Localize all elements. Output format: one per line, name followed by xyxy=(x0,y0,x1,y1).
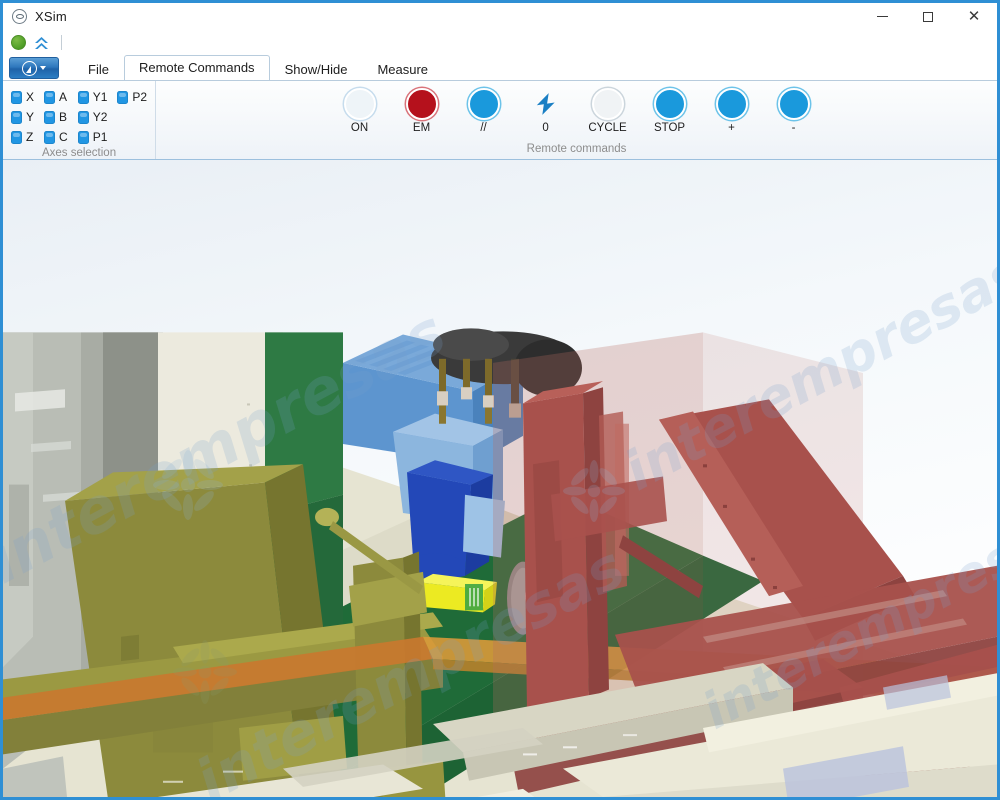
minimize-button[interactable] xyxy=(859,3,905,30)
axis-checkbox-a[interactable]: A xyxy=(44,91,68,104)
checkbox-icon xyxy=(11,111,22,124)
group-label-remote-commands: Remote commands xyxy=(164,143,989,157)
application-window: XSim ✕ Fil xyxy=(0,0,1000,800)
tab-remote-commands[interactable]: Remote Commands xyxy=(124,55,270,80)
double-chevron-up-icon[interactable] xyxy=(33,35,50,51)
axis-label: Y1 xyxy=(93,91,108,103)
application-menu-button[interactable] xyxy=(9,57,59,79)
command-button-em[interactable]: EM xyxy=(396,88,448,135)
axis-label: C xyxy=(59,131,68,143)
minus-icon xyxy=(778,88,810,120)
app-menu-logo-icon xyxy=(22,61,37,76)
command-label: 0 xyxy=(542,123,548,135)
ribbon: X A Y1 P2 Y xyxy=(3,81,997,160)
command-label: EM xyxy=(413,123,430,135)
axis-checkbox-p2[interactable]: P2 xyxy=(117,91,147,104)
checkbox-icon xyxy=(44,91,55,104)
axis-checkbox-y[interactable]: Y xyxy=(11,111,34,124)
axis-label: Z xyxy=(26,131,33,143)
title-bar-left: XSim xyxy=(3,9,67,24)
command-label: // xyxy=(480,123,486,135)
tab-show-hide[interactable]: Show/Hide xyxy=(270,57,363,80)
command-button-stop[interactable]: STOP xyxy=(644,88,696,135)
green-circle-icon[interactable] xyxy=(11,35,26,50)
command-label: - xyxy=(792,123,796,135)
command-label: + xyxy=(728,123,735,135)
command-button-plus[interactable]: + xyxy=(706,88,758,135)
axis-checkbox-z[interactable]: Z xyxy=(11,131,34,144)
tab-measure[interactable]: Measure xyxy=(362,57,443,80)
checkbox-icon xyxy=(78,111,89,124)
cycle-stop-icon xyxy=(654,88,686,120)
toolbar-separator xyxy=(61,35,62,50)
command-button-cycle[interactable]: CYCLE xyxy=(582,88,634,135)
axis-label: Y2 xyxy=(93,111,108,123)
power-on-icon xyxy=(344,88,376,120)
axis-label: A xyxy=(59,91,67,103)
checkbox-icon xyxy=(44,111,55,124)
minimize-icon xyxy=(877,16,888,17)
checkbox-icon xyxy=(11,91,22,104)
command-label: CYCLE xyxy=(588,123,626,135)
axis-checkbox-p1[interactable]: P1 xyxy=(78,131,108,144)
axis-checkbox-b[interactable]: B xyxy=(44,111,68,124)
axis-checkbox-y2[interactable]: Y2 xyxy=(78,111,108,124)
close-icon: ✕ xyxy=(968,9,981,24)
ribbon-group-axes-selection: X A Y1 P2 Y xyxy=(3,81,155,159)
ribbon-group-remote-commands: ON EM // 0 xyxy=(155,81,997,159)
checkbox-icon xyxy=(78,91,89,104)
ribbon-tab-strip: File Remote Commands Show/Hide Measure xyxy=(3,55,997,81)
checkbox-icon xyxy=(11,131,22,144)
command-button-parallel[interactable]: // xyxy=(458,88,510,135)
cycle-start-icon xyxy=(592,88,624,120)
axis-checkbox-x[interactable]: X xyxy=(11,91,34,104)
axis-label: P1 xyxy=(93,131,108,143)
axis-label: Y xyxy=(26,111,34,123)
command-button-on[interactable]: ON xyxy=(334,88,386,135)
quick-access-toolbar xyxy=(3,30,997,55)
group-label-axes-selection: Axes selection xyxy=(11,147,147,160)
command-button-minus[interactable]: - xyxy=(768,88,820,135)
axes-checkbox-grid: X A Y1 P2 Y xyxy=(11,86,147,147)
app-eye-icon xyxy=(12,9,27,24)
axis-label: B xyxy=(59,111,67,123)
command-label: ON xyxy=(351,123,368,135)
close-button[interactable]: ✕ xyxy=(951,3,997,30)
checkbox-icon xyxy=(78,131,89,144)
axis-label: X xyxy=(26,91,34,103)
3d-simulation-viewport[interactable]: interempresas interempresas interempresa… xyxy=(3,160,997,797)
maximize-icon xyxy=(923,12,933,22)
machine-scene xyxy=(3,160,997,797)
command-label: STOP xyxy=(654,123,685,135)
checkbox-icon xyxy=(117,91,128,104)
maximize-button[interactable] xyxy=(905,3,951,30)
chevron-down-icon xyxy=(40,66,46,70)
checkbox-icon xyxy=(44,131,55,144)
lightning-bolt-icon xyxy=(530,88,562,120)
parallel-icon xyxy=(468,88,500,120)
command-button-zero[interactable]: 0 xyxy=(520,88,572,135)
remote-command-buttons: ON EM // 0 xyxy=(334,86,820,135)
plus-icon xyxy=(716,88,748,120)
title-bar: XSim ✕ xyxy=(3,3,997,30)
tab-file[interactable]: File xyxy=(73,57,124,80)
axis-checkbox-c[interactable]: C xyxy=(44,131,68,144)
axis-checkbox-y1[interactable]: Y1 xyxy=(78,91,108,104)
tab-list: File Remote Commands Show/Hide Measure xyxy=(73,55,443,80)
window-controls: ✕ xyxy=(859,3,997,30)
emergency-stop-icon xyxy=(406,88,438,120)
window-title: XSim xyxy=(35,9,67,24)
axis-label: P2 xyxy=(132,91,147,103)
